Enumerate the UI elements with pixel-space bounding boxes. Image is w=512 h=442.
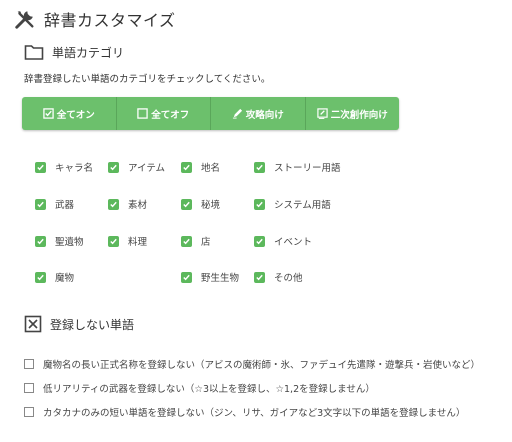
checkbox-checked[interactable] — [254, 198, 265, 210]
checkbox-checked[interactable] — [181, 198, 192, 210]
pencil-icon — [232, 108, 242, 119]
category-item[interactable]: その他 — [254, 270, 303, 284]
checkbox-unchecked[interactable] — [24, 359, 34, 369]
category-item[interactable]: 地名 — [181, 160, 220, 174]
category-item[interactable]: 料理 — [108, 234, 147, 248]
category-item[interactable]: 素材 — [108, 197, 147, 211]
checkbox-checked[interactable] — [254, 235, 265, 247]
exclude-option[interactable]: 低リアリティの武器を登録しない（☆3以上を登録し、☆1,2を登録しません） — [24, 381, 375, 395]
category-label: キャラ名 — [55, 163, 94, 174]
edit-note-icon — [317, 108, 328, 119]
category-label: 素材 — [128, 200, 148, 211]
category-section-title: 単語カテゴリ — [52, 45, 125, 60]
all-on-button[interactable]: 全てオン — [22, 97, 117, 130]
category-label: 地名 — [201, 163, 221, 174]
checkbox-checked[interactable] — [35, 198, 46, 210]
category-item[interactable]: システム用語 — [254, 197, 331, 211]
tools-icon — [15, 11, 34, 29]
checkbox-checked[interactable] — [35, 235, 46, 247]
category-label: 秘境 — [201, 200, 221, 211]
category-label: 店 — [201, 237, 211, 248]
checkbox-checked[interactable] — [108, 198, 119, 210]
category-item[interactable]: ストーリー用語 — [254, 160, 341, 174]
category-item[interactable]: キャラ名 — [35, 160, 93, 174]
checkbox-checked[interactable] — [254, 161, 265, 173]
fanwork-preset-button[interactable]: 二次創作向け — [306, 97, 400, 130]
all-off-label: 全てオフ — [151, 109, 190, 121]
category-label: 料理 — [128, 237, 148, 248]
category-section-header: 単語カテゴリ — [24, 43, 124, 61]
checkbox-checked[interactable] — [108, 161, 119, 173]
x-box-icon — [24, 315, 42, 333]
category-description: 辞書登録したい単語のカテゴリをチェックしてください。 — [24, 74, 271, 85]
category-item[interactable]: 秘境 — [181, 197, 220, 211]
preset-button-bar: 全てオン 全てオフ 攻略向け 二次創作向け — [22, 97, 399, 130]
category-item[interactable]: 店 — [181, 234, 211, 248]
category-item[interactable]: 武器 — [35, 197, 74, 211]
category-label: アイテム — [128, 163, 166, 174]
category-label: 武器 — [55, 200, 75, 211]
exclude-option[interactable]: 魔物名の長い正式名称を登録しない（アビスの魔術師・氷、ファデュイ先遣隊・遊撃兵・… — [24, 357, 480, 371]
checkbox-checked[interactable] — [181, 235, 192, 247]
empty-box-icon — [137, 108, 148, 119]
category-item[interactable]: 野生生物 — [181, 270, 239, 284]
all-on-label: 全てオン — [56, 109, 95, 121]
exclude-option-label: 魔物名の長い正式名称を登録しない（アビスの魔術師・氷、ファデュイ先遣隊・遊撃兵・… — [43, 360, 481, 371]
category-label: 聖遺物 — [55, 237, 84, 248]
fanwork-preset-label: 二次創作向け — [330, 109, 388, 121]
all-off-button[interactable]: 全てオフ — [117, 97, 211, 130]
checkbox-checked[interactable] — [35, 271, 46, 283]
strategy-preset-label: 攻略向け — [245, 109, 284, 121]
category-item[interactable]: イベント — [254, 234, 312, 248]
category-item[interactable]: アイテム — [108, 160, 165, 174]
category-label: その他 — [274, 273, 303, 284]
checked-box-icon — [43, 108, 54, 119]
category-label: 魔物 — [55, 273, 75, 284]
category-label: システム用語 — [274, 200, 331, 211]
checkbox-unchecked[interactable] — [24, 383, 34, 393]
checkbox-checked[interactable] — [181, 161, 192, 173]
page-header: 辞書カスタマイズ — [14, 6, 176, 32]
checkbox-checked[interactable] — [254, 271, 265, 283]
checkbox-checked[interactable] — [108, 235, 119, 247]
exclude-option-label: カタカナのみの短い単語を登録しない（ジン、リサ、ガイアなど3文字以下の単語を登録… — [43, 408, 466, 419]
page-title: 辞書カスタマイズ — [44, 11, 176, 30]
category-label: ストーリー用語 — [274, 163, 341, 174]
checkbox-checked[interactable] — [181, 271, 192, 283]
checkbox-unchecked[interactable] — [24, 407, 34, 417]
category-label: 野生生物 — [201, 273, 240, 284]
folder-icon — [24, 45, 44, 60]
category-label: イベント — [274, 237, 313, 248]
exclude-option-label: 低リアリティの武器を登録しない（☆3以上を登録し、☆1,2を登録しません） — [43, 384, 375, 395]
category-item[interactable]: 魔物 — [35, 270, 74, 284]
strategy-preset-button[interactable]: 攻略向け — [211, 97, 306, 130]
exclude-section-title: 登録しない単語 — [50, 317, 135, 332]
exclude-section-header: 登録しない単語 — [24, 315, 134, 333]
checkbox-checked[interactable] — [35, 161, 46, 173]
category-item[interactable]: 聖遺物 — [35, 234, 84, 248]
exclude-option[interactable]: カタカナのみの短い単語を登録しない（ジン、リサ、ガイアなど3文字以下の単語を登録… — [24, 405, 465, 419]
